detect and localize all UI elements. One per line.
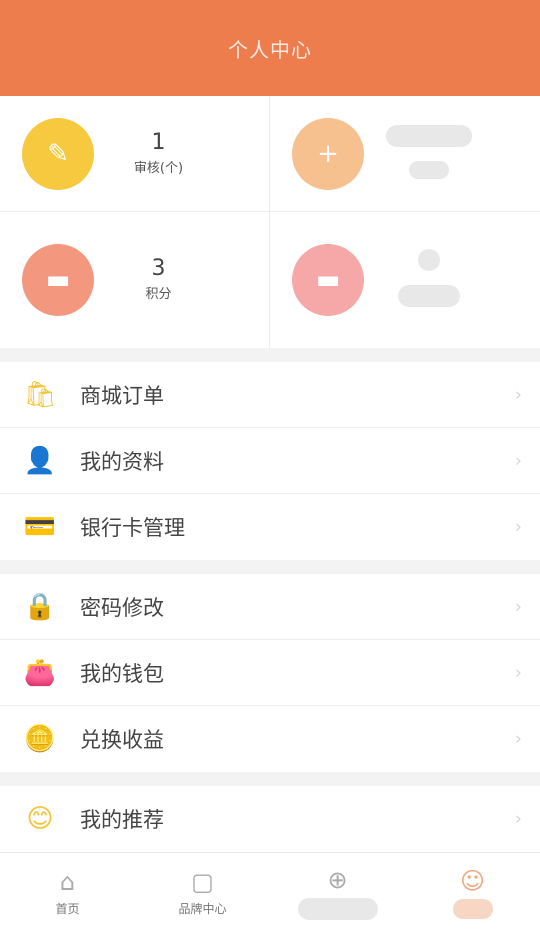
tab-label: 品牌中心: [178, 902, 227, 916]
chevron-right-icon: ›: [514, 808, 522, 830]
tab-add[interactable]: ⊕: [270, 853, 405, 932]
menu-item-redeem[interactable]: 🪙 兑换收益 ›: [0, 706, 540, 772]
menu-item-wallet[interactable]: 👛 我的钱包 ›: [0, 640, 540, 706]
shop-icon: ▢: [191, 868, 214, 896]
menu-section-1: 🛍 商城订单 › 👤 我的资料 › 💳 银行卡管理 ›: [0, 362, 540, 560]
chevron-right-icon: ›: [514, 384, 522, 405]
menu-section-3: 😊 我的推荐 ›: [0, 786, 540, 852]
bottom-tab-bar: ⌂ 首页 ▢ 品牌中心 ⊕ ☺: [0, 852, 540, 932]
stat-card-4[interactable]: ▬: [270, 212, 540, 348]
chevron-right-icon: ›: [514, 728, 522, 750]
tab-label-placeholder: [452, 898, 493, 919]
brush-icon: ✎: [22, 117, 94, 190]
stat-value-placeholder: [418, 249, 440, 271]
stat-card-2[interactable]: +: [270, 96, 540, 212]
bag-icon: 🛍: [23, 379, 57, 410]
menu-item-mall-orders[interactable]: 🛍 商城订单 ›: [0, 362, 540, 428]
coin-icon: 🪙: [23, 724, 57, 754]
menu-item-label: 银行卡管理: [80, 516, 185, 540]
stat-label-placeholder: [409, 160, 449, 179]
home-icon: ⌂: [59, 868, 76, 896]
stat-value: 1: [151, 129, 166, 155]
recommend-icon: 😊: [26, 804, 54, 834]
stat-label-placeholder: [398, 285, 460, 307]
chevron-right-icon: ›: [514, 450, 522, 471]
menu-item-label: 我的资料: [80, 449, 164, 474]
menu-item-recommend[interactable]: 😊 我的推荐 ›: [0, 786, 540, 852]
stat-card-audit[interactable]: ✎ 1 审核(个): [0, 96, 270, 212]
tab-profile[interactable]: ☺: [405, 853, 540, 932]
menu-item-label: 兑换收益: [80, 728, 164, 752]
chevron-right-icon: ›: [514, 662, 522, 683]
tab-home[interactable]: ⌂ 首页: [0, 853, 135, 932]
tab-brand[interactable]: ▢ 品牌中心: [135, 853, 270, 932]
profile-icon: ☺: [459, 866, 486, 895]
plus-circle-icon: +: [292, 117, 364, 190]
tab-label-placeholder: [297, 897, 378, 920]
box-icon: ▬: [22, 244, 94, 316]
menu-item-label: 我的推荐: [80, 808, 164, 832]
header-bar: 个人中心: [0, 0, 540, 96]
stats-panel: ✎ 1 审核(个) + ▬ 3 积分 ▬: [0, 96, 540, 348]
stat-value-placeholder: [386, 124, 472, 147]
menu-item-change-password[interactable]: 🔒 密码修改 ›: [0, 574, 540, 640]
stat-label: 积分: [145, 287, 172, 302]
add-icon: ⊕: [327, 865, 348, 894]
menu-item-my-profile[interactable]: 👤 我的资料 ›: [0, 428, 540, 494]
menu-item-label: 密码修改: [80, 595, 164, 620]
app-root: 个人中心 ✎ 1 审核(个) + ▬ 3 积分 ▬ 🛍 商城订单 › 👤 我的资…: [0, 0, 540, 932]
stat-card-points[interactable]: ▬ 3 积分: [0, 212, 270, 348]
box-icon-2: ▬: [292, 244, 364, 316]
bank-card-icon: 💳: [23, 512, 57, 542]
tab-label: 首页: [55, 902, 80, 916]
menu-item-label: 商城订单: [80, 383, 164, 408]
menu-section-2: 🔒 密码修改 › 👛 我的钱包 › 🪙 兑换收益 ›: [0, 574, 540, 772]
user-icon: 👤: [23, 445, 57, 476]
wallet-icon: 👛: [23, 657, 57, 688]
page-title: 个人中心: [228, 37, 312, 62]
menu-item-label: 我的钱包: [80, 661, 164, 686]
chevron-right-icon: ›: [514, 596, 522, 617]
stat-value: 3: [151, 256, 166, 281]
stat-label: 审核(个): [133, 160, 184, 176]
chevron-right-icon: ›: [514, 516, 522, 538]
menu-item-bank-card[interactable]: 💳 银行卡管理 ›: [0, 494, 540, 560]
lock-icon: 🔒: [23, 591, 57, 622]
